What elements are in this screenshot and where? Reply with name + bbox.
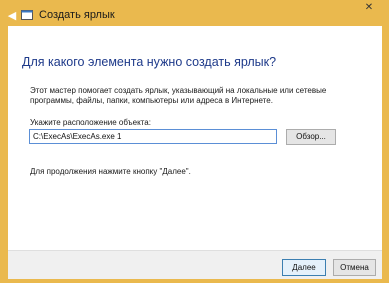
browse-button[interactable]: Обзор... <box>286 129 336 145</box>
title-bar: ◀ Создать ярлык ✕ <box>0 0 389 26</box>
window-title: Создать ярлык <box>39 9 115 21</box>
location-label: Укажите расположение объекта: <box>30 118 151 127</box>
page-heading: Для какого элемента нужно создать ярлык? <box>22 55 277 69</box>
continue-hint: Для продолжения нажмите кнопку "Далее". <box>30 167 191 176</box>
shortcut-window-icon <box>21 10 33 20</box>
back-arrow-icon[interactable]: ◀ <box>5 9 19 23</box>
next-button[interactable]: Далее <box>282 259 326 276</box>
wizard-description: Этот мастер помогает создать ярлык, указ… <box>30 86 327 105</box>
location-input[interactable] <box>29 129 277 144</box>
cancel-button[interactable]: Отмена <box>333 259 376 276</box>
close-icon[interactable]: ✕ <box>355 0 383 16</box>
